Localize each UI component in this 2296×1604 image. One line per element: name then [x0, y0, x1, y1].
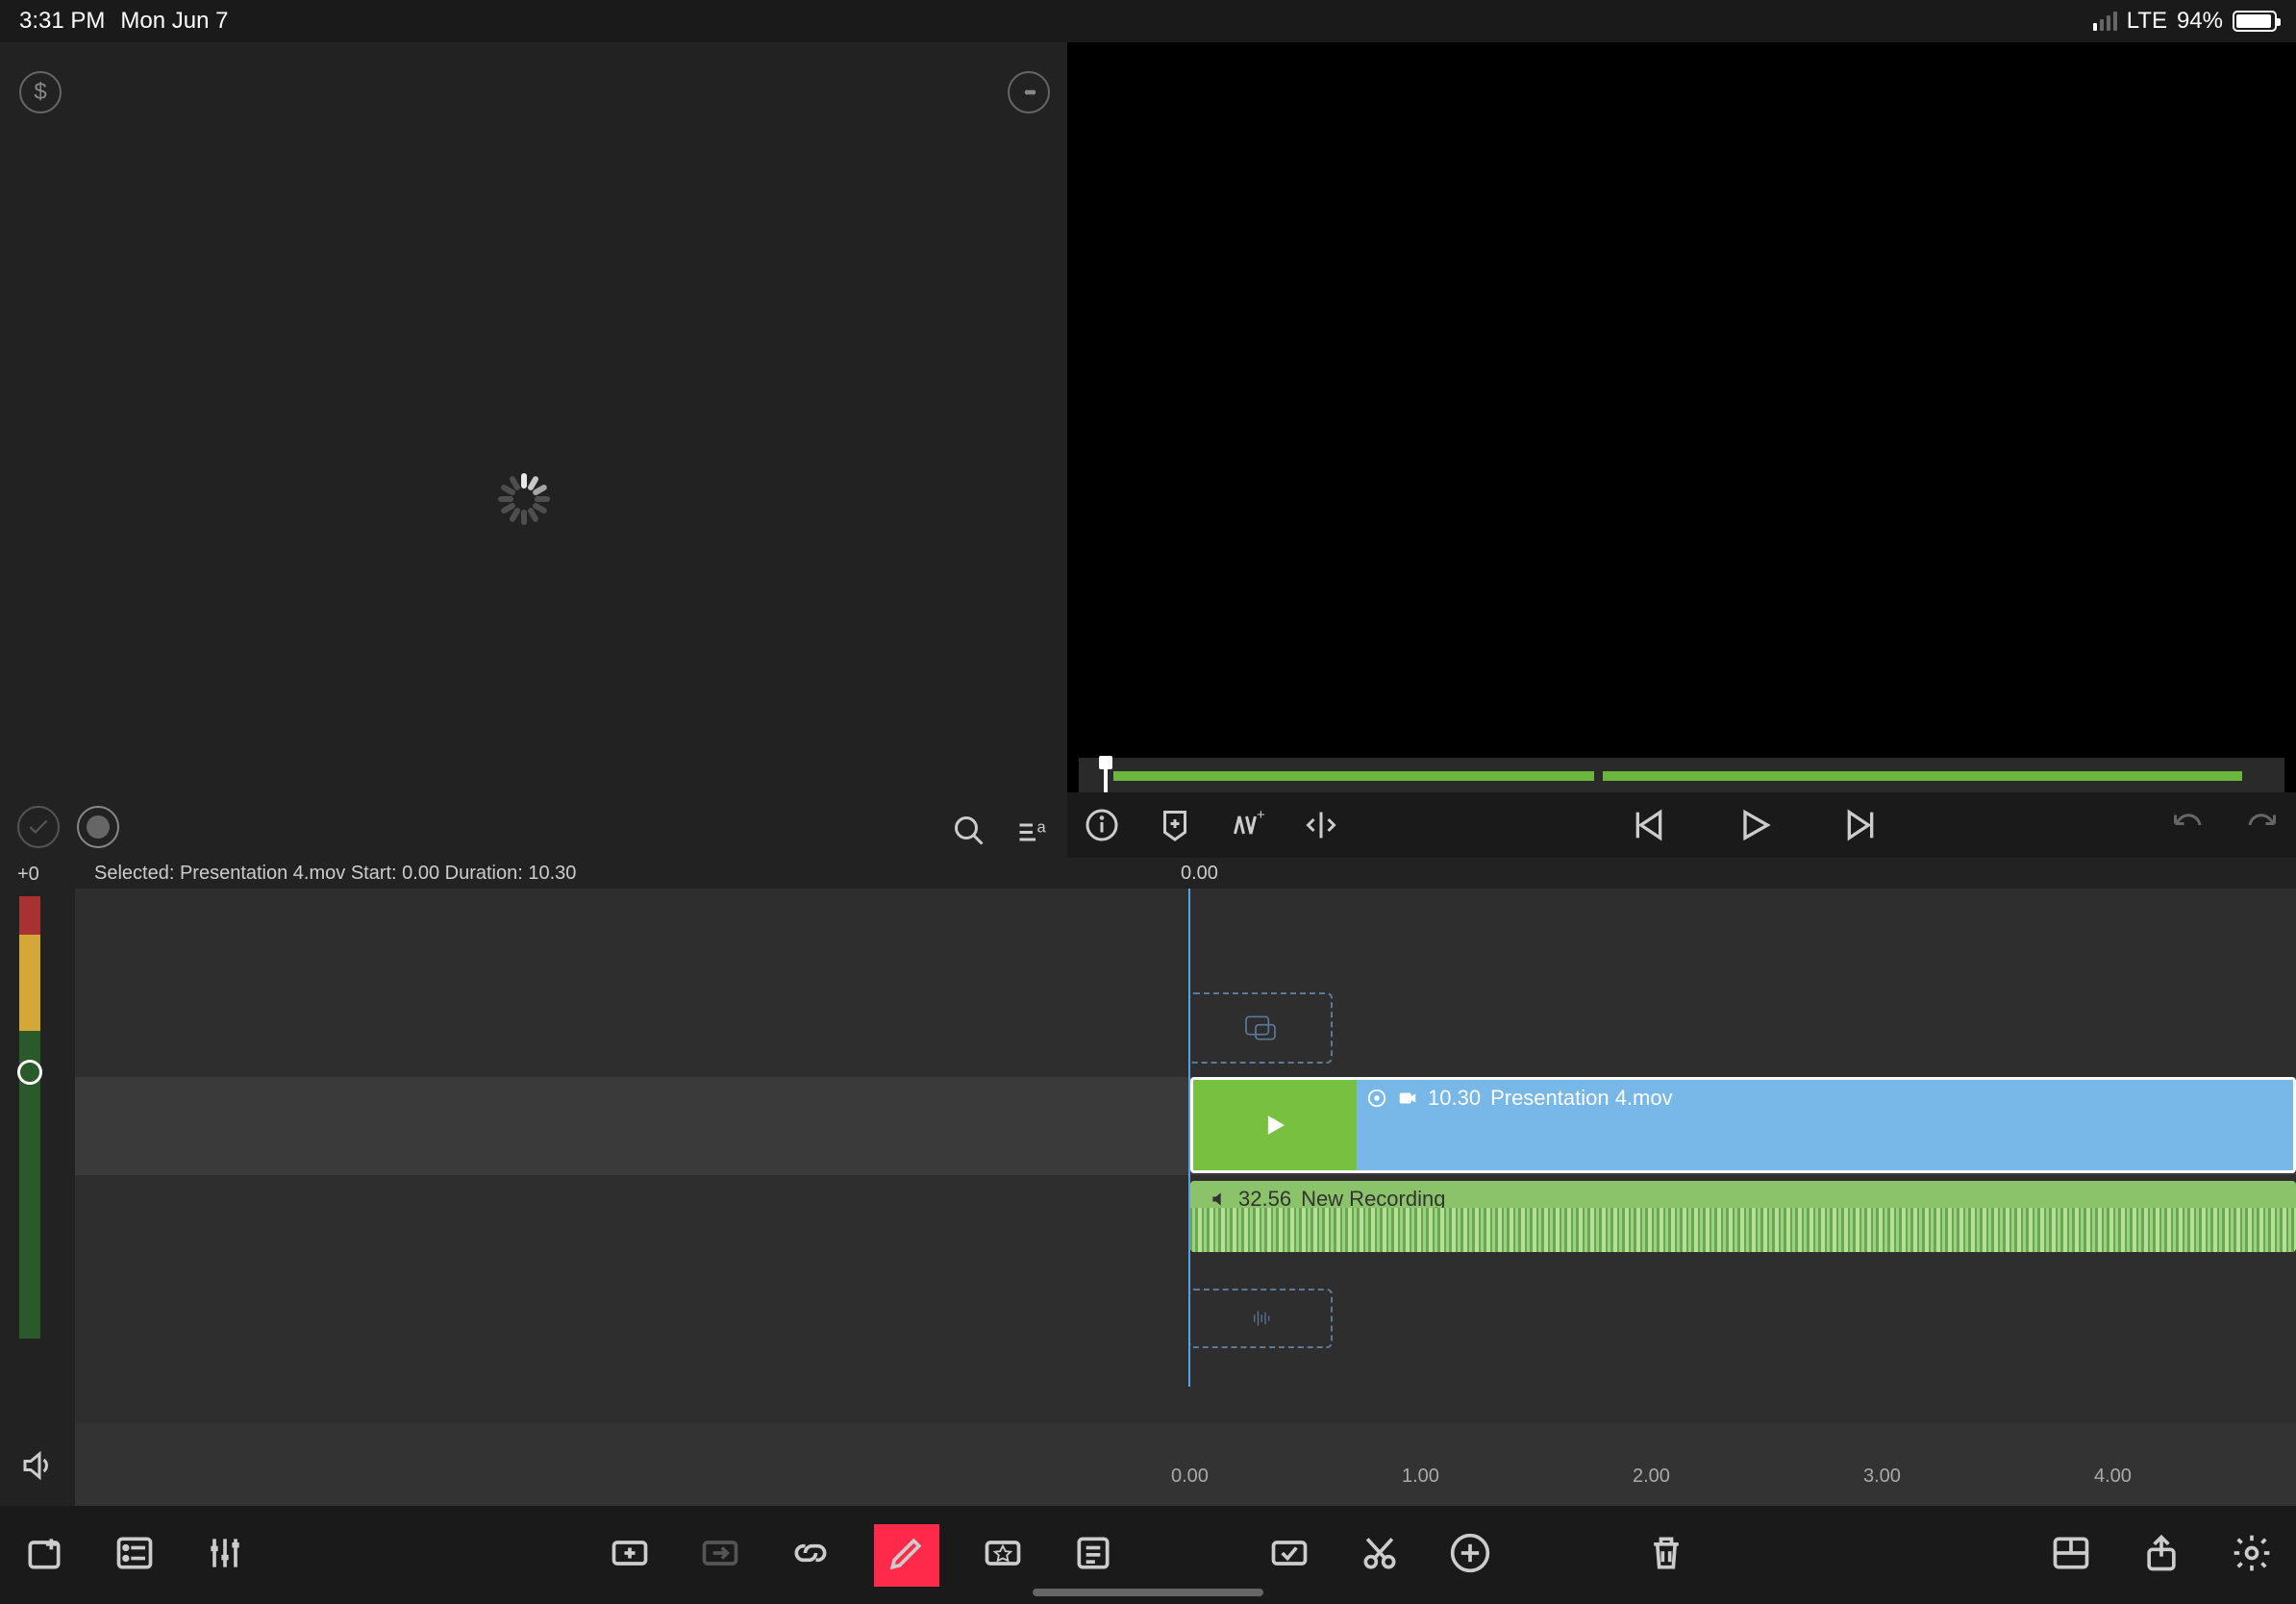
speaker-icon — [1210, 1190, 1229, 1209]
text-settings-button[interactable]: a — [1015, 814, 1050, 848]
ruler-mark: 0.00 — [1171, 1466, 1209, 1488]
more-options-button[interactable]: ••• — [1008, 71, 1050, 113]
search-button[interactable] — [952, 814, 986, 848]
edit-pencil-button[interactable] — [874, 1524, 939, 1587]
svg-text:a: a — [1037, 819, 1047, 837]
volume-button[interactable] — [19, 1448, 54, 1483]
timeline-position: 0.00 — [1181, 863, 1218, 885]
mini-timeline[interactable] — [1079, 758, 2284, 792]
clip-thumbnail — [1193, 1080, 1357, 1170]
mixer-button[interactable] — [204, 1532, 246, 1579]
insert-button[interactable] — [609, 1532, 651, 1579]
undo-button[interactable] — [2171, 808, 2206, 842]
share-button[interactable] — [2140, 1532, 2183, 1579]
notes-button[interactable] — [1072, 1532, 1114, 1579]
add-track-button[interactable] — [23, 1532, 65, 1579]
time-ruler[interactable]: 0.00 1.00 2.00 3.00 4.00 — [75, 1462, 2296, 1506]
status-bar: 3:31 PM Mon Jun 7 LTE 94% — [0, 0, 2296, 42]
status-date: Mon Jun 7 — [120, 8, 228, 35]
project-list-button[interactable] — [113, 1532, 156, 1579]
select-button[interactable] — [1268, 1532, 1310, 1579]
linked-icon — [1366, 1088, 1387, 1109]
battery-icon — [2233, 11, 2277, 32]
split-view-button[interactable] — [1304, 808, 1338, 842]
video-clip[interactable]: 10.30 Presentation 4.mov — [1190, 1077, 2296, 1173]
redo-button[interactable] — [2244, 808, 2279, 842]
skip-forward-button[interactable] — [1841, 806, 1880, 844]
signal-icon — [2093, 12, 2117, 31]
keyframe-add-button[interactable]: + — [1231, 808, 1265, 842]
play-button[interactable] — [1735, 806, 1774, 844]
favorite-button[interactable] — [982, 1532, 1024, 1579]
svg-text:+: + — [1257, 808, 1265, 823]
clip-name: Presentation 4.mov — [1490, 1086, 1673, 1111]
overwrite-button[interactable] — [699, 1532, 741, 1579]
preview-panel: + — [1067, 42, 2296, 858]
skip-back-button[interactable] — [1630, 806, 1668, 844]
video-preview[interactable] — [1067, 42, 2296, 750]
cut-button[interactable] — [1359, 1532, 1401, 1579]
add-button[interactable] — [1449, 1532, 1491, 1579]
delete-button[interactable] — [1645, 1532, 1687, 1579]
ruler-mark: 1.00 — [1402, 1466, 1439, 1488]
video-drop-zone[interactable] — [1188, 992, 1333, 1064]
level-label: +0 — [0, 858, 75, 886]
ruler-mark: 4.00 — [2094, 1466, 2132, 1488]
layout-button[interactable] — [2050, 1532, 2092, 1579]
level-marker[interactable] — [17, 1060, 42, 1085]
battery-pct: 94% — [2177, 8, 2223, 35]
home-indicator[interactable] — [1033, 1589, 1263, 1596]
audio-clip[interactable]: 32.56 New Recording — [1190, 1181, 2296, 1252]
record-button[interactable] — [77, 806, 119, 848]
transport-bar: + — [1067, 792, 2296, 858]
waveform — [1190, 1208, 2296, 1252]
settings-button[interactable] — [2231, 1532, 2273, 1579]
loading-spinner-icon — [495, 470, 553, 528]
ruler-mark: 3.00 — [1863, 1466, 1901, 1488]
source-panel: $ ••• a — [0, 42, 1067, 858]
info-button[interactable] — [1085, 808, 1119, 842]
marker-button[interactable] — [1158, 808, 1192, 842]
clip-duration: 10.30 — [1428, 1086, 1481, 1111]
audio-drop-zone[interactable] — [1188, 1289, 1333, 1348]
ruler-mark: 2.00 — [1633, 1466, 1670, 1488]
link-button[interactable] — [789, 1532, 832, 1579]
camera-icon — [1397, 1088, 1418, 1109]
network-label: LTE — [2127, 8, 2167, 35]
source-library-button[interactable]: $ — [19, 71, 62, 113]
selection-info: Selected: Presentation 4.mov Start: 0.00… — [94, 863, 576, 885]
mini-playhead[interactable] — [1104, 758, 1108, 792]
timeline[interactable]: 0.00 Selected: Presentation 4.mov Start:… — [75, 858, 2296, 1506]
audio-level-meter: +0 — [0, 858, 75, 1506]
status-time: 3:31 PM — [19, 8, 105, 35]
mark-ok-button[interactable] — [17, 806, 60, 848]
playhead[interactable] — [1188, 889, 1190, 1387]
